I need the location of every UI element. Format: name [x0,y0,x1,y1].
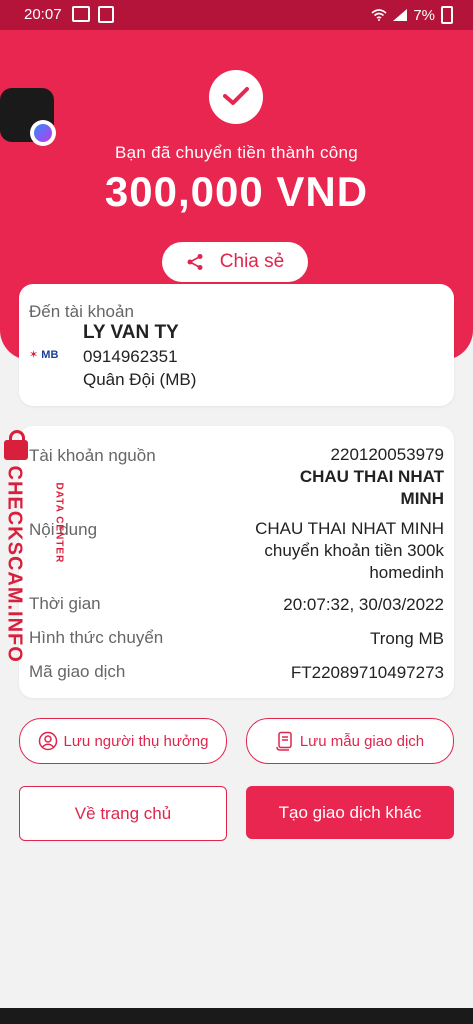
share-icon [187,254,203,270]
recipient-card: Đến tài khoản ✶ MB LY VAN TY 0914962351 … [19,284,454,406]
source-account-label: Tài khoản nguồn [29,446,156,465]
status-bar: 20:07 7% [0,0,473,30]
battery-icon [441,6,453,24]
success-message: Bạn đã chuyển tiền thành công [114,143,359,162]
battery-percent: 7% [413,6,435,24]
transaction-id-value: FT22089710497273 [290,663,444,682]
transfer-type-label: Hình thức chuyển [29,628,164,647]
shopping-bag-icon [98,6,114,23]
user-circle-icon [38,731,57,751]
time-value: 20:07:32, 30/03/2022 [283,595,444,614]
recipient-bank: Quân Đội (MB) [83,370,197,389]
system-nav-bar [0,1008,473,1024]
message-icon [72,6,90,22]
recipient-account: 0914962351 [83,347,178,366]
mb-bank-logo: ✶ MB [29,349,59,361]
watermark-subtext: DATA CENTER [53,482,65,564]
watermark: DATA CENTER CHECKSCAM.INFO [2,430,65,666]
status-time: 20:07 [24,6,62,23]
save-template-label: Lưu mẫu giao dịch [299,732,425,750]
watermark-text: CHECKSCAM.INFO [3,465,26,663]
content-value: CHAU THAI NHAT MINH chuyển khoản tiền 30… [255,519,444,582]
wifi-icon [371,9,387,21]
share-label: Chia sẻ [219,251,285,272]
share-button[interactable]: Chia sẻ [162,242,308,282]
lock-icon [4,430,28,460]
transaction-id-label: Mã giao dịch [29,662,126,681]
recipient-label: Đến tài khoản [29,302,134,321]
time-label: Thời gian [29,594,101,613]
home-button[interactable]: Về trang chủ [19,786,227,841]
success-check-icon [209,70,263,124]
transfer-type-value: Trong MB [369,629,444,648]
source-account-value: 220120053979 CHAU THAI NHAT MINH [299,445,444,508]
receipt-icon [276,731,292,751]
transaction-details-card: Tài khoản nguồn 220120053979 CHAU THAI N… [19,426,454,698]
recipient-name: LY VAN TY [83,322,179,343]
save-template-button[interactable]: Lưu mẫu giao dịch [246,718,454,764]
new-transaction-button[interactable]: Tạo giao dịch khác [246,786,454,839]
save-beneficiary-button[interactable]: Lưu người thụ hưởng [19,718,227,764]
transfer-amount: 300,000 VND [104,168,369,215]
messenger-icon[interactable] [30,120,56,146]
save-beneficiary-label: Lưu người thụ hưởng [63,732,209,750]
signal-icon [393,9,408,21]
